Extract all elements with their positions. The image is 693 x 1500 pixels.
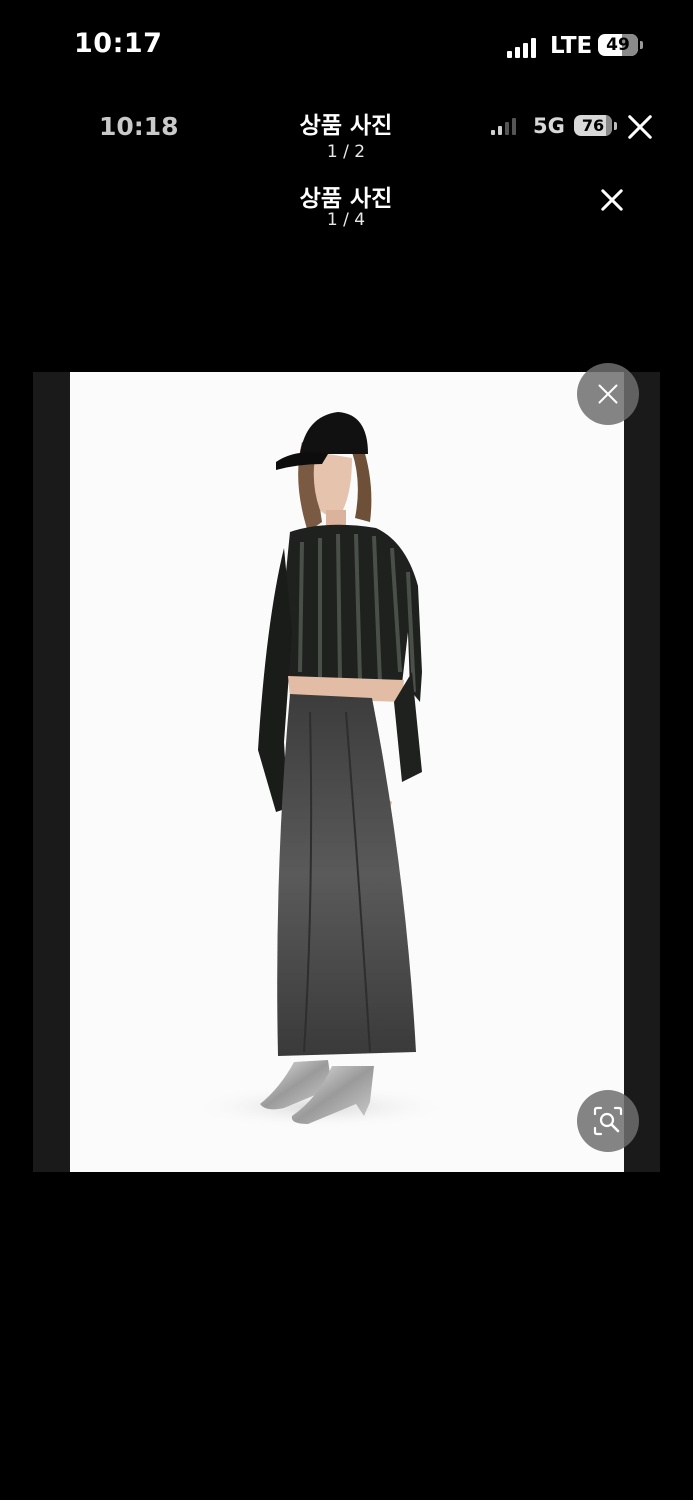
inner-signal-icon	[491, 117, 516, 135]
close-photo-button[interactable]	[577, 363, 639, 425]
close-icon	[596, 382, 620, 406]
viewer-counter-1: 1 / 2	[326, 142, 366, 162]
viewer-counter-2: 1 / 4	[326, 210, 366, 230]
inner-battery-icon: 76	[574, 115, 617, 136]
viewer-title-2: 상품 사진	[299, 186, 393, 212]
close-icon[interactable]	[624, 111, 656, 143]
status-bar-time: 10:17	[74, 28, 163, 59]
close-icon[interactable]	[597, 185, 626, 214]
viewer-title-1: 상품 사진	[299, 113, 393, 139]
inner-status-time: 10:18	[99, 112, 179, 141]
inner-battery-level: 76	[581, 116, 605, 135]
signal-icon	[507, 36, 536, 58]
battery-level: 49	[606, 35, 630, 55]
network-type-label: LTE	[550, 33, 593, 59]
inner-network-type-label: 5G	[533, 114, 565, 138]
image-search-icon	[593, 1106, 623, 1136]
product-photo-illustration	[190, 412, 450, 1129]
battery-icon: 49	[598, 34, 643, 56]
image-search-button[interactable]	[577, 1090, 639, 1152]
product-photo[interactable]	[70, 372, 624, 1172]
